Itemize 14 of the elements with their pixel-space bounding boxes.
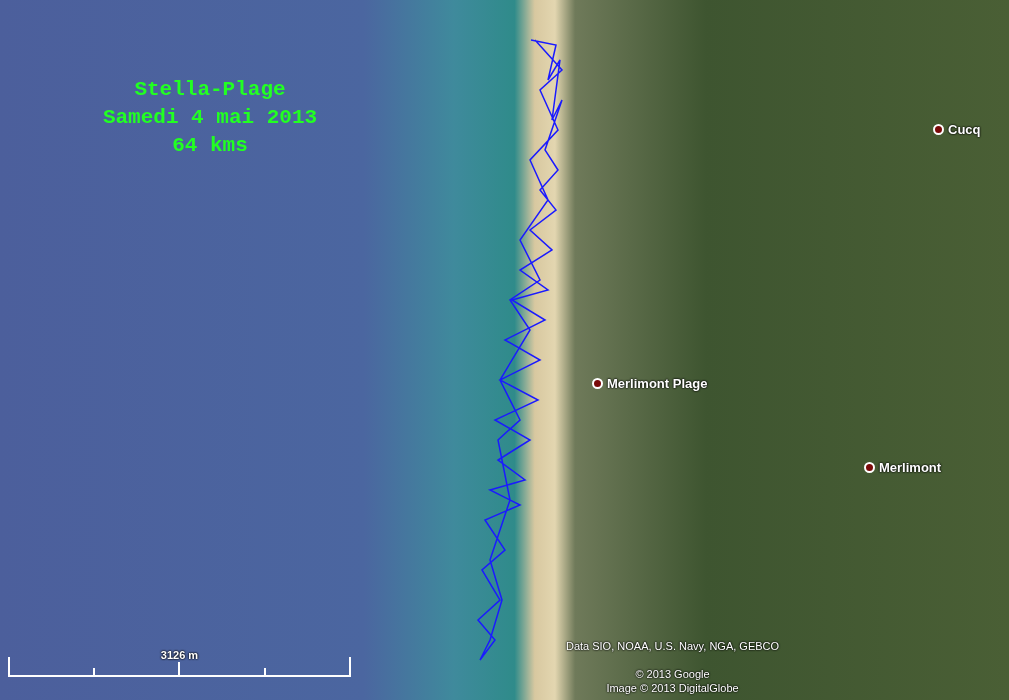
place-pin-icon[interactable]	[864, 462, 875, 474]
satellite-map[interactable]	[0, 0, 1009, 700]
place-label: Cucq	[948, 121, 981, 139]
place-pin-icon[interactable]	[592, 378, 603, 390]
place-label: Merlimont Plage	[607, 375, 708, 393]
place-label: Merlimont	[879, 459, 942, 477]
map-title: 64 kms	[172, 133, 248, 159]
attribution-text: Data SIO, NOAA, U.S. Navy, NGA, GEBCO	[565, 639, 780, 653]
imagery-credit: Image © 2013 DigitalGlobe	[606, 681, 739, 695]
map-title: Samedi 4 mai 2013	[102, 105, 318, 131]
copyright-text: © 2013 Google	[635, 667, 710, 681]
place-pin-icon[interactable]	[933, 124, 944, 136]
scale-label: 3126 m	[160, 648, 199, 662]
map-title: Stella-Plage	[134, 77, 286, 103]
